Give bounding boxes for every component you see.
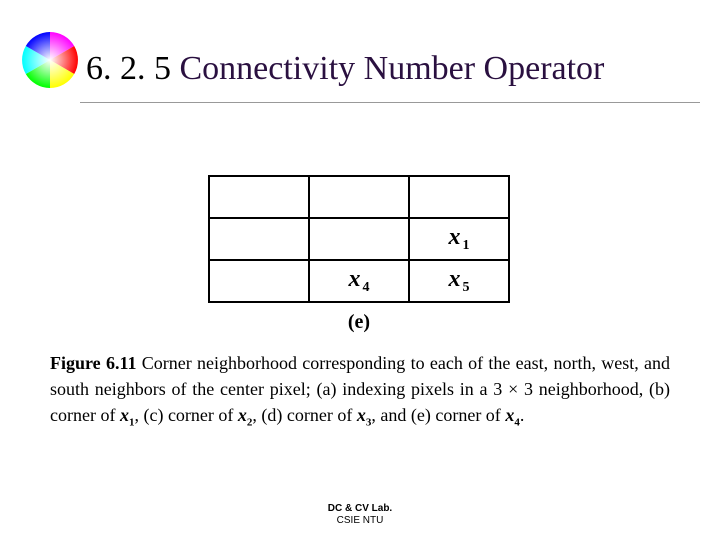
title-underline (80, 102, 700, 103)
figure-caption: Figure 6.11 Corner neighborhood correspo… (50, 350, 670, 432)
neighborhood-table: x1 x4 x5 (208, 175, 510, 303)
cell-r0c1 (309, 176, 409, 218)
cell-r1c0 (209, 218, 309, 260)
figure-label: (e) (204, 311, 514, 334)
cell-r1c2: x1 (409, 218, 509, 260)
cell-r2c1: x4 (309, 260, 409, 302)
cell-r2c2: x5 (409, 260, 509, 302)
slide-footer: DC & CV Lab. CSIE NTU (0, 503, 720, 526)
color-wheel-icon (18, 28, 82, 92)
footer-dept: CSIE NTU (0, 515, 720, 527)
footer-lab: DC & CV Lab. (0, 503, 720, 515)
cell-r2c0 (209, 260, 309, 302)
slide: { "title": { "section": "6. 2. 5", "text… (0, 0, 720, 540)
cell-r0c0 (209, 176, 309, 218)
caption-body: Corner neighborhood corresponding to eac… (50, 353, 670, 425)
title-text: Connectivity Number Operator (180, 50, 605, 87)
section-number: 6. 2. 5 (86, 50, 171, 87)
cell-r1c1 (309, 218, 409, 260)
figure: x1 x4 x5 (e) (204, 175, 514, 334)
figure-number: Figure 6.11 (50, 353, 136, 373)
cell-r0c2 (409, 176, 509, 218)
slide-title: 6. 2. 5 Connectivity Number Operator (86, 50, 604, 88)
